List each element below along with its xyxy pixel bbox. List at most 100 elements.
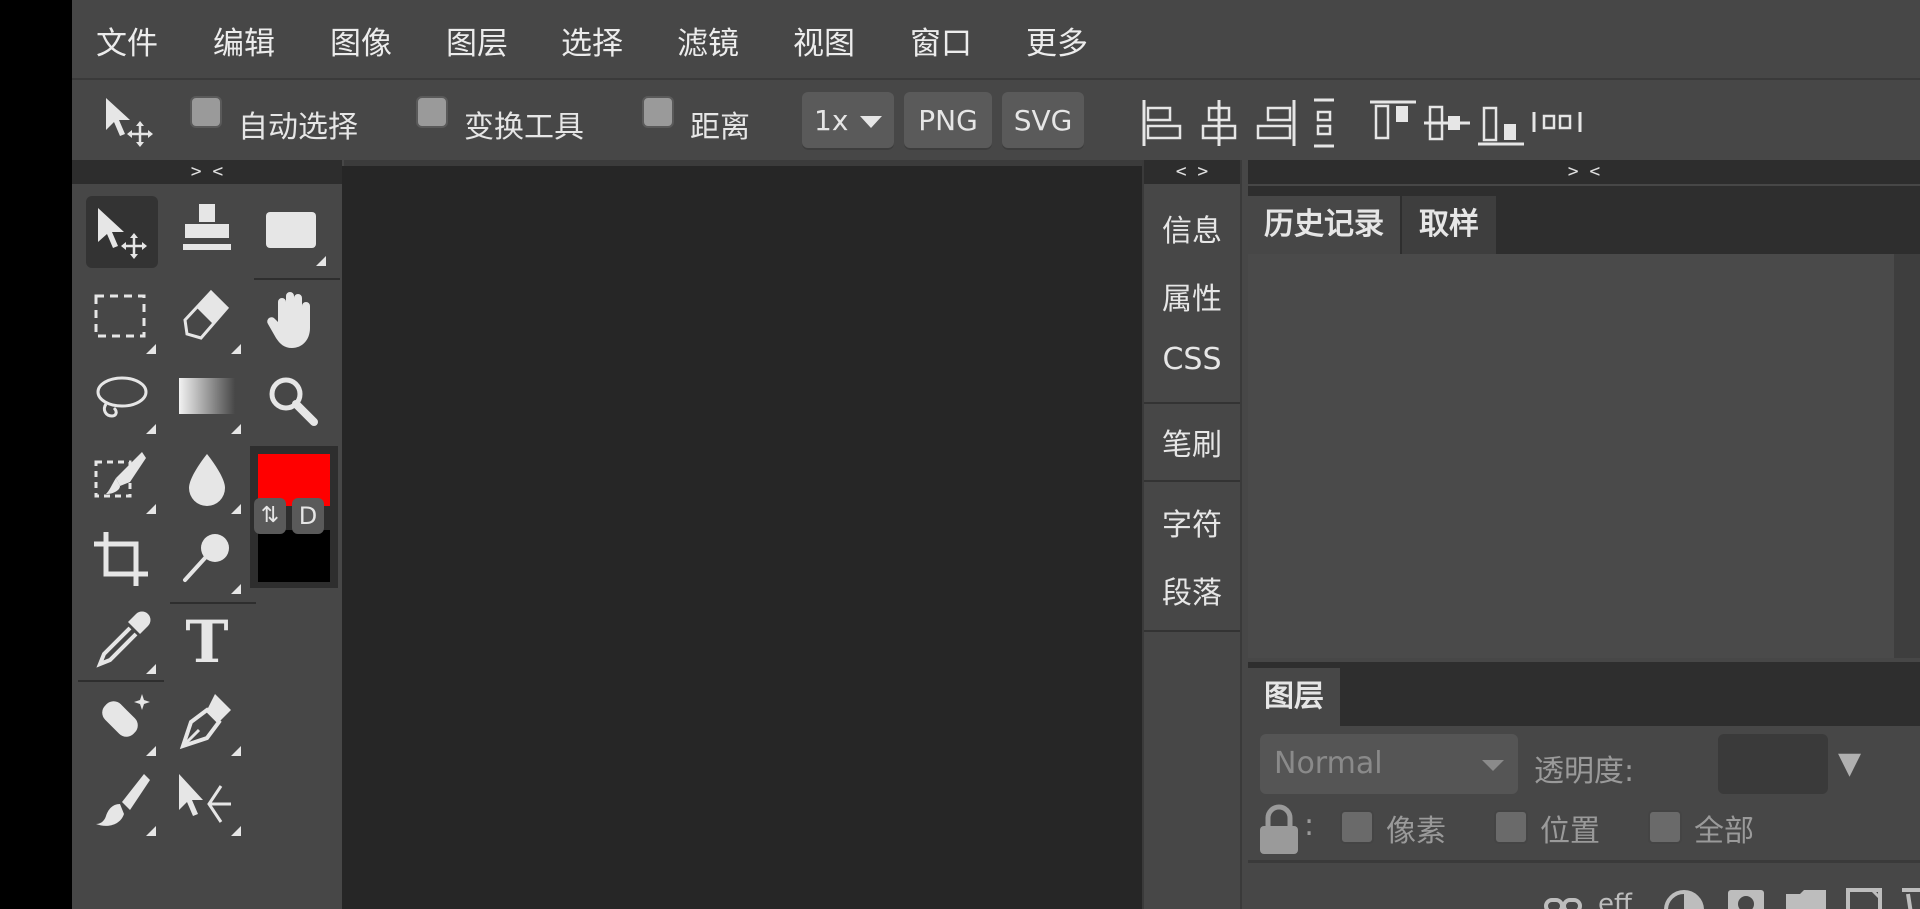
menu-more[interactable]: 更多 (1026, 18, 1088, 63)
panel-brush-button[interactable]: 笔刷 (1144, 420, 1240, 464)
link-layers-icon[interactable] (1542, 876, 1586, 909)
brush-tool-button[interactable] (86, 766, 158, 838)
submenu-indicator (231, 504, 241, 514)
menu-image[interactable]: 图像 (330, 18, 392, 63)
options-bar: 自动选择 变换工具 距离 1x PNG SVG (72, 80, 1920, 160)
distance-label: 距离 (690, 110, 750, 145)
blend-mode-select[interactable]: Normal (1260, 734, 1518, 794)
menu-file[interactable]: 文件 (96, 18, 158, 63)
tab-layers[interactable]: 图层 (1248, 668, 1342, 726)
menu-window[interactable]: 窗口 (910, 18, 972, 63)
opacity-input[interactable] (1718, 734, 1828, 794)
submenu-indicator (231, 826, 241, 836)
distance-checkbox[interactable] (642, 96, 674, 128)
menu-layer[interactable]: 图层 (446, 18, 508, 63)
hand-tool-button[interactable] (256, 284, 328, 356)
lock-pixels-checkbox[interactable] (1340, 810, 1374, 844)
submenu-indicator (146, 664, 156, 674)
lock-icon (1258, 804, 1300, 856)
layers-tab-row: 图层 (1248, 662, 1920, 726)
panel-info-button[interactable]: 信息 (1144, 206, 1240, 250)
submenu-indicator (316, 256, 326, 266)
panel-paragraph-button[interactable]: 段落 (1144, 568, 1240, 612)
crop-tool-button[interactable] (86, 524, 158, 596)
layer-effects-button[interactable]: eff (1598, 876, 1642, 909)
layers-footer-separator (1248, 860, 1920, 863)
swap-colors-button[interactable]: ⇅ (254, 498, 286, 534)
menu-select[interactable]: 选择 (561, 18, 623, 63)
transform-tools-checkbox[interactable] (416, 96, 448, 128)
text-tool-button[interactable]: T (171, 604, 243, 676)
eyedropper-tool-button[interactable] (86, 604, 158, 676)
export-scale-value: 1x (814, 104, 849, 137)
panel-css-button[interactable]: CSS (1144, 342, 1240, 377)
strip-separator (1144, 480, 1240, 482)
color-swatch-panel: ⇅ D (250, 446, 338, 588)
healing-tool-button[interactable] (86, 686, 158, 758)
tab-swatches[interactable]: 取样 (1402, 196, 1498, 254)
opacity-dropdown-arrow[interactable]: ▼ (1838, 746, 1861, 781)
lasso-tool-button[interactable] (86, 364, 158, 436)
quick-select-tool-button[interactable] (86, 444, 158, 516)
align-center-h-icon[interactable] (1194, 98, 1244, 148)
distribute-v-icon[interactable] (1532, 98, 1582, 148)
move-tool-button[interactable] (86, 196, 158, 268)
chevron-down-icon (1482, 760, 1504, 771)
zoom-tool-button[interactable] (256, 364, 328, 436)
align-middle-v-icon[interactable] (1422, 98, 1472, 148)
lock-position-label: 位置 (1540, 814, 1600, 849)
auto-select-label: 自动选择 (238, 110, 358, 145)
gradient-tool-button[interactable] (171, 364, 243, 436)
right-panel-collapse-toggle[interactable]: > < (1248, 160, 1920, 184)
blur-tool-button[interactable] (171, 444, 243, 516)
auto-select-checkbox[interactable] (190, 96, 222, 128)
eraser-tool-button[interactable] (171, 284, 243, 356)
transform-tools-label: 变换工具 (464, 110, 584, 145)
hand-tool-icon (267, 292, 310, 348)
history-scrollbar[interactable] (1894, 254, 1920, 658)
lock-all-label: 全部 (1694, 814, 1754, 849)
lock-position-checkbox[interactable] (1494, 810, 1528, 844)
background-color-swatch[interactable] (258, 530, 330, 582)
tab-history[interactable]: 历史记录 (1248, 196, 1402, 254)
marquee-tool-button[interactable] (86, 284, 158, 356)
panel-character-button[interactable]: 字符 (1144, 500, 1240, 544)
app-window: 文件 编辑 图像 图层 选择 滤镜 视图 窗口 更多 自动选择 变换工具 距离 … (72, 0, 1920, 909)
export-png-button[interactable]: PNG (904, 92, 992, 150)
delete-layer-trash-icon[interactable] (1898, 876, 1920, 909)
align-top-icon[interactable] (1368, 98, 1418, 148)
align-bottom-icon[interactable] (1476, 98, 1526, 148)
panel-properties-button[interactable]: 属性 (1144, 274, 1240, 318)
tool-separator (78, 680, 164, 682)
new-group-folder-icon[interactable] (1784, 876, 1828, 909)
lock-pixels-label: 像素 (1386, 814, 1446, 849)
pen-tool-button[interactable] (171, 686, 243, 758)
align-left-icon[interactable] (1140, 98, 1190, 148)
export-svg-button[interactable]: SVG (1002, 92, 1084, 150)
align-right-icon[interactable] (1248, 98, 1298, 148)
layer-mask-icon[interactable] (1724, 876, 1768, 909)
submenu-indicator (146, 746, 156, 756)
adjustment-layer-icon[interactable] (1662, 876, 1706, 909)
menu-filter[interactable]: 滤镜 (677, 18, 739, 63)
move-tool-icon[interactable] (100, 94, 156, 150)
history-list[interactable] (1248, 254, 1894, 658)
crop-tool-icon (94, 532, 148, 586)
shape-tool-button[interactable] (256, 196, 328, 268)
path-select-tool-button[interactable] (171, 766, 243, 838)
export-scale-select[interactable]: 1x (802, 92, 894, 150)
stamp-tool-button[interactable] (171, 196, 243, 268)
canvas-area[interactable] (342, 166, 1142, 909)
smudge-tool-button[interactable] (171, 524, 243, 596)
menu-bar: 文件 编辑 图像 图层 选择 滤镜 视图 窗口 更多 (72, 0, 1920, 80)
history-tab-row: 历史记录 取样 (1248, 186, 1920, 254)
menu-edit[interactable]: 编辑 (213, 18, 275, 63)
distribute-h-icon[interactable] (1302, 98, 1352, 148)
toolbox-collapse-toggle[interactable]: > < (72, 160, 342, 184)
new-layer-icon[interactable] (1842, 876, 1886, 909)
lock-all-checkbox[interactable] (1648, 810, 1682, 844)
move-tool-icon (98, 208, 147, 259)
icon-strip-collapse-toggle[interactable]: < > (1144, 160, 1240, 184)
default-colors-button[interactable]: D (292, 498, 324, 534)
menu-view[interactable]: 视图 (793, 18, 855, 63)
